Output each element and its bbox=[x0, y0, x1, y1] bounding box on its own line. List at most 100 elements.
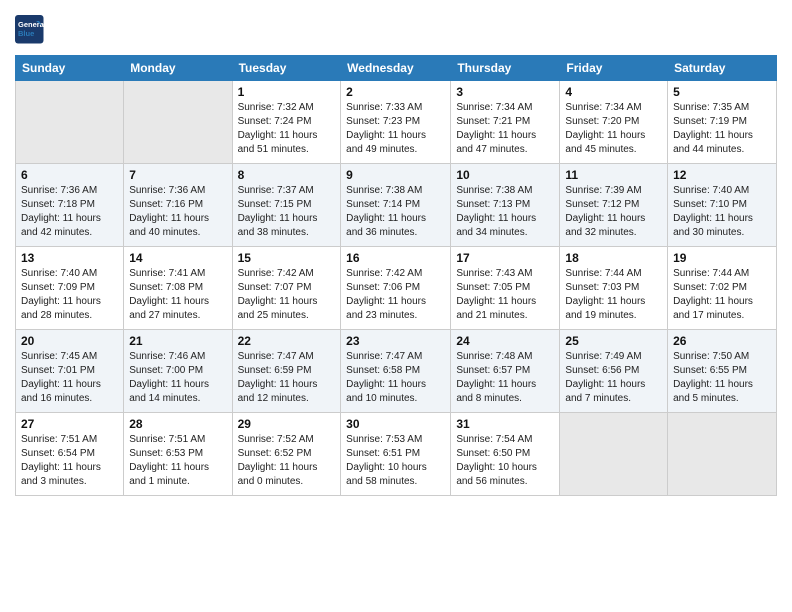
day-info: Sunrise: 7:35 AMSunset: 7:19 PMDaylight:… bbox=[673, 101, 771, 157]
day-info: Sunrise: 7:48 AMSunset: 6:57 PMDaylight:… bbox=[456, 350, 554, 406]
weekday-header-wednesday: Wednesday bbox=[341, 56, 451, 81]
day-number: 14 bbox=[129, 251, 226, 265]
day-info: Sunrise: 7:40 AMSunset: 7:10 PMDaylight:… bbox=[673, 184, 771, 240]
day-info: Sunrise: 7:47 AMSunset: 6:59 PMDaylight:… bbox=[238, 350, 336, 406]
day-number: 15 bbox=[238, 251, 336, 265]
week-row-1: 1 Sunrise: 7:32 AMSunset: 7:24 PMDaylight… bbox=[16, 81, 777, 164]
day-info: Sunrise: 7:36 AMSunset: 7:16 PMDaylight:… bbox=[129, 184, 226, 240]
day-number: 4 bbox=[565, 85, 662, 99]
day-number: 31 bbox=[456, 417, 554, 431]
day-info: Sunrise: 7:41 AMSunset: 7:08 PMDaylight:… bbox=[129, 267, 226, 323]
calendar-cell: 3 Sunrise: 7:34 AMSunset: 7:21 PMDaylight… bbox=[451, 81, 560, 164]
day-number: 24 bbox=[456, 334, 554, 348]
day-info: Sunrise: 7:32 AMSunset: 7:24 PMDaylight:… bbox=[238, 101, 336, 157]
week-row-2: 6 Sunrise: 7:36 AMSunset: 7:18 PMDaylight… bbox=[16, 164, 777, 247]
calendar-cell: 7 Sunrise: 7:36 AMSunset: 7:16 PMDaylight… bbox=[124, 164, 232, 247]
day-info: Sunrise: 7:33 AMSunset: 7:23 PMDaylight:… bbox=[346, 101, 445, 157]
calendar: SundayMondayTuesdayWednesdayThursdayFrid… bbox=[15, 55, 777, 496]
day-info: Sunrise: 7:45 AMSunset: 7:01 PMDaylight:… bbox=[21, 350, 118, 406]
calendar-cell: 10Sunrise: 7:38 AMSunset: 7:13 PMDayligh… bbox=[451, 164, 560, 247]
day-info: Sunrise: 7:43 AMSunset: 7:05 PMDaylight:… bbox=[456, 267, 554, 323]
day-number: 7 bbox=[129, 168, 226, 182]
calendar-cell: 15 Sunrise: 7:42 AMSunset: 7:07 PMDayligh… bbox=[232, 247, 341, 330]
week-row-5: 27Sunrise: 7:51 AMSunset: 6:54 PMDayligh… bbox=[16, 413, 777, 496]
calendar-cell: 29Sunrise: 7:52 AMSunset: 6:52 PMDayligh… bbox=[232, 413, 341, 496]
day-info: Sunrise: 7:38 AMSunset: 7:13 PMDaylight:… bbox=[456, 184, 554, 240]
calendar-cell: 25 Sunrise: 7:49 AMSunset: 6:56 PMDayligh… bbox=[560, 330, 668, 413]
day-info: Sunrise: 7:36 AMSunset: 7:18 PMDaylight:… bbox=[21, 184, 118, 240]
day-info: Sunrise: 7:54 AMSunset: 6:50 PMDaylight:… bbox=[456, 433, 554, 489]
day-number: 3 bbox=[456, 85, 554, 99]
calendar-cell: 17Sunrise: 7:43 AMSunset: 7:05 PMDayligh… bbox=[451, 247, 560, 330]
day-info: Sunrise: 7:51 AMSunset: 6:54 PMDaylight:… bbox=[21, 433, 118, 489]
calendar-cell: 12 Sunrise: 7:40 AMSunset: 7:10 PMDayligh… bbox=[668, 164, 777, 247]
calendar-cell: 18Sunrise: 7:44 AMSunset: 7:03 PMDayligh… bbox=[560, 247, 668, 330]
day-number: 8 bbox=[238, 168, 336, 182]
weekday-header-thursday: Thursday bbox=[451, 56, 560, 81]
calendar-cell: 11 Sunrise: 7:39 AMSunset: 7:12 PMDayligh… bbox=[560, 164, 668, 247]
day-number: 13 bbox=[21, 251, 118, 265]
calendar-cell bbox=[668, 413, 777, 496]
header: General Blue bbox=[15, 15, 777, 45]
calendar-cell: 31 Sunrise: 7:54 AMSunset: 6:50 PMDayligh… bbox=[451, 413, 560, 496]
weekday-header-tuesday: Tuesday bbox=[232, 56, 341, 81]
day-info: Sunrise: 7:40 AMSunset: 7:09 PMDaylight:… bbox=[21, 267, 118, 323]
day-number: 25 bbox=[565, 334, 662, 348]
week-row-3: 13 Sunrise: 7:40 AMSunset: 7:09 PMDayligh… bbox=[16, 247, 777, 330]
day-number: 19 bbox=[673, 251, 771, 265]
day-number: 5 bbox=[673, 85, 771, 99]
day-number: 11 bbox=[565, 168, 662, 182]
logo-icon: General Blue bbox=[15, 15, 45, 45]
weekday-header-friday: Friday bbox=[560, 56, 668, 81]
day-number: 23 bbox=[346, 334, 445, 348]
week-row-4: 20 Sunrise: 7:45 AMSunset: 7:01 PMDayligh… bbox=[16, 330, 777, 413]
calendar-cell: 5 Sunrise: 7:35 AMSunset: 7:19 PMDaylight… bbox=[668, 81, 777, 164]
day-number: 6 bbox=[21, 168, 118, 182]
day-number: 21 bbox=[129, 334, 226, 348]
day-number: 9 bbox=[346, 168, 445, 182]
calendar-body: 1 Sunrise: 7:32 AMSunset: 7:24 PMDaylight… bbox=[16, 81, 777, 496]
day-number: 12 bbox=[673, 168, 771, 182]
calendar-cell: 23 Sunrise: 7:47 AMSunset: 6:58 PMDayligh… bbox=[341, 330, 451, 413]
day-number: 30 bbox=[346, 417, 445, 431]
calendar-cell: 1 Sunrise: 7:32 AMSunset: 7:24 PMDaylight… bbox=[232, 81, 341, 164]
calendar-cell: 2 Sunrise: 7:33 AMSunset: 7:23 PMDaylight… bbox=[341, 81, 451, 164]
day-number: 2 bbox=[346, 85, 445, 99]
svg-text:Blue: Blue bbox=[18, 29, 34, 38]
day-number: 1 bbox=[238, 85, 336, 99]
day-number: 28 bbox=[129, 417, 226, 431]
day-number: 20 bbox=[21, 334, 118, 348]
calendar-cell: 8 Sunrise: 7:37 AMSunset: 7:15 PMDaylight… bbox=[232, 164, 341, 247]
calendar-cell: 28 Sunrise: 7:51 AMSunset: 6:53 PMDayligh… bbox=[124, 413, 232, 496]
day-info: Sunrise: 7:44 AMSunset: 7:02 PMDaylight:… bbox=[673, 267, 771, 323]
calendar-cell: 21Sunrise: 7:46 AMSunset: 7:00 PMDayligh… bbox=[124, 330, 232, 413]
weekday-header-monday: Monday bbox=[124, 56, 232, 81]
calendar-cell: 16 Sunrise: 7:42 AMSunset: 7:06 PMDayligh… bbox=[341, 247, 451, 330]
calendar-cell: 13 Sunrise: 7:40 AMSunset: 7:09 PMDayligh… bbox=[16, 247, 124, 330]
weekday-row: SundayMondayTuesdayWednesdayThursdayFrid… bbox=[16, 56, 777, 81]
day-number: 22 bbox=[238, 334, 336, 348]
day-info: Sunrise: 7:37 AMSunset: 7:15 PMDaylight:… bbox=[238, 184, 336, 240]
day-info: Sunrise: 7:42 AMSunset: 7:07 PMDaylight:… bbox=[238, 267, 336, 323]
day-info: Sunrise: 7:42 AMSunset: 7:06 PMDaylight:… bbox=[346, 267, 445, 323]
day-info: Sunrise: 7:39 AMSunset: 7:12 PMDaylight:… bbox=[565, 184, 662, 240]
calendar-cell: 9Sunrise: 7:38 AMSunset: 7:14 PMDaylight… bbox=[341, 164, 451, 247]
page: General Blue SundayMondayTuesdayWednesda… bbox=[0, 0, 792, 506]
day-info: Sunrise: 7:34 AMSunset: 7:21 PMDaylight:… bbox=[456, 101, 554, 157]
day-info: Sunrise: 7:34 AMSunset: 7:20 PMDaylight:… bbox=[565, 101, 662, 157]
calendar-cell bbox=[16, 81, 124, 164]
day-info: Sunrise: 7:49 AMSunset: 6:56 PMDaylight:… bbox=[565, 350, 662, 406]
calendar-cell: 4 Sunrise: 7:34 AMSunset: 7:20 PMDaylight… bbox=[560, 81, 668, 164]
day-number: 16 bbox=[346, 251, 445, 265]
day-number: 18 bbox=[565, 251, 662, 265]
weekday-header-saturday: Saturday bbox=[668, 56, 777, 81]
calendar-cell: 20 Sunrise: 7:45 AMSunset: 7:01 PMDayligh… bbox=[16, 330, 124, 413]
calendar-cell bbox=[124, 81, 232, 164]
calendar-cell: 14 Sunrise: 7:41 AMSunset: 7:08 PMDayligh… bbox=[124, 247, 232, 330]
day-info: Sunrise: 7:47 AMSunset: 6:58 PMDaylight:… bbox=[346, 350, 445, 406]
day-info: Sunrise: 7:51 AMSunset: 6:53 PMDaylight:… bbox=[129, 433, 226, 489]
calendar-header: SundayMondayTuesdayWednesdayThursdayFrid… bbox=[16, 56, 777, 81]
day-info: Sunrise: 7:50 AMSunset: 6:55 PMDaylight:… bbox=[673, 350, 771, 406]
calendar-cell: 27Sunrise: 7:51 AMSunset: 6:54 PMDayligh… bbox=[16, 413, 124, 496]
calendar-cell: 26Sunrise: 7:50 AMSunset: 6:55 PMDayligh… bbox=[668, 330, 777, 413]
